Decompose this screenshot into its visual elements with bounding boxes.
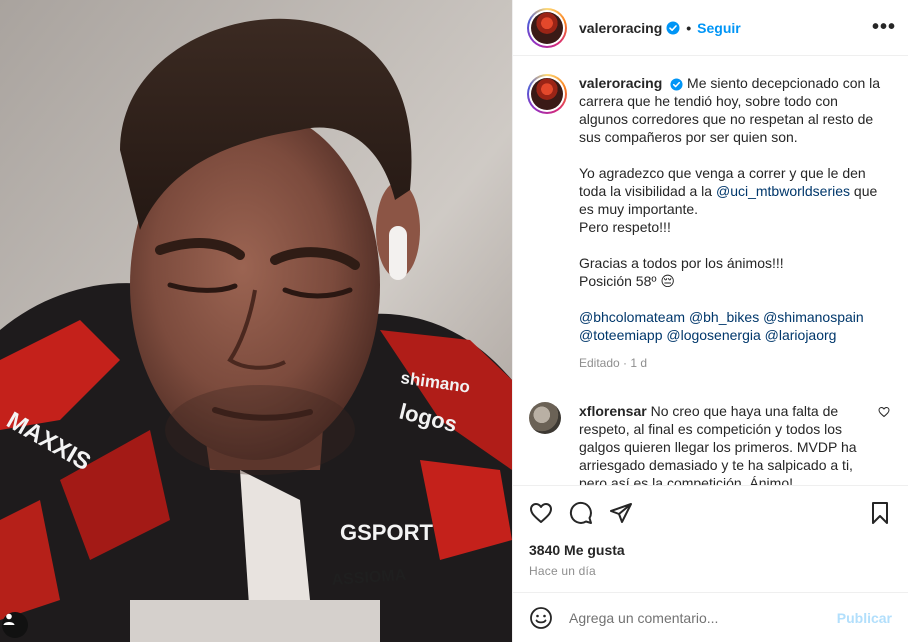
more-options-button[interactable]: ••• — [872, 16, 896, 39]
caption-text: valeroracing Me siento decepcionado con … — [579, 74, 885, 372]
save-button[interactable] — [868, 501, 892, 525]
caption-meta: Editado · 1 d — [579, 356, 648, 370]
share-icon — [610, 503, 632, 523]
mention-link[interactable]: @lariojaorg — [765, 327, 837, 343]
follow-button[interactable]: Seguir — [697, 20, 741, 36]
mention-link[interactable]: @logosenergia — [666, 327, 760, 343]
verified-badge-icon — [666, 21, 680, 34]
author-username[interactable]: valeroracing — [579, 20, 662, 36]
comment-text-block: xflorensar No creo que haya una falta de… — [579, 402, 857, 485]
caption-paragraph-3a: Gracias a todos por los ánimos!!! — [579, 255, 784, 271]
caption-username[interactable]: valeroracing — [579, 75, 662, 91]
verified-badge-icon — [670, 78, 683, 91]
mention-link[interactable]: @shimanospain — [763, 309, 864, 325]
mention-link[interactable]: @bhcolomateam — [579, 309, 685, 325]
rider-portrait-image: shimano logos GSPORT ASSIOMA MAXXIS — [0, 0, 512, 642]
mention-link[interactable]: @toteemiapp — [579, 327, 662, 343]
post-photo[interactable]: shimano logos GSPORT ASSIOMA MAXXIS — [0, 0, 512, 642]
jersey-brand-gsport: GSPORT — [340, 520, 433, 545]
caption-author-avatar[interactable] — [527, 74, 567, 114]
likes-count[interactable]: 3840 Me gusta — [529, 542, 892, 558]
action-icons-row — [529, 500, 892, 526]
like-button[interactable] — [529, 501, 553, 525]
mention-link[interactable]: @uci_mtbworldseries — [716, 183, 850, 199]
bookmark-icon — [872, 502, 888, 524]
emoji-icon[interactable] — [529, 606, 553, 630]
person-icon — [3, 613, 15, 625]
caption-paragraph-3b: Posición 58º — [579, 273, 657, 289]
caption: valeroracing Me siento decepcionado con … — [527, 74, 892, 372]
author-avatar[interactable] — [527, 7, 567, 48]
comment-item: xflorensar No creo que haya una falta de… — [527, 402, 892, 485]
add-comment-bar: Publicar — [513, 592, 908, 642]
like-comment-heart-icon[interactable] — [878, 406, 890, 418]
heart-icon — [530, 503, 552, 523]
post-actions: 3840 Me gusta Hace un día — [513, 485, 908, 578]
comment-button[interactable] — [569, 501, 593, 525]
tagged-users-button[interactable] — [2, 612, 28, 638]
comments-area[interactable]: valeroracing Me siento decepcionado con … — [513, 56, 908, 485]
pensive-emoji: 😔 — [660, 273, 675, 289]
commenter-avatar[interactable] — [529, 402, 561, 434]
mention-link[interactable]: @bh_bikes — [689, 309, 759, 325]
post-header: valeroracing • Seguir ••• — [513, 0, 908, 56]
comment-input[interactable] — [569, 609, 837, 626]
commenter-username[interactable]: xflorensar — [579, 403, 647, 419]
share-button[interactable] — [609, 501, 633, 525]
caption-paragraph-2c: Pero respeto!!! — [579, 219, 671, 235]
separator-dot: • — [686, 19, 692, 36]
post-timestamp[interactable]: Hace un día — [529, 564, 892, 578]
comment-icon — [569, 501, 592, 524]
post-side-panel: valeroracing • Seguir ••• valeroracing M… — [512, 0, 908, 642]
publish-button[interactable]: Publicar — [837, 610, 892, 626]
